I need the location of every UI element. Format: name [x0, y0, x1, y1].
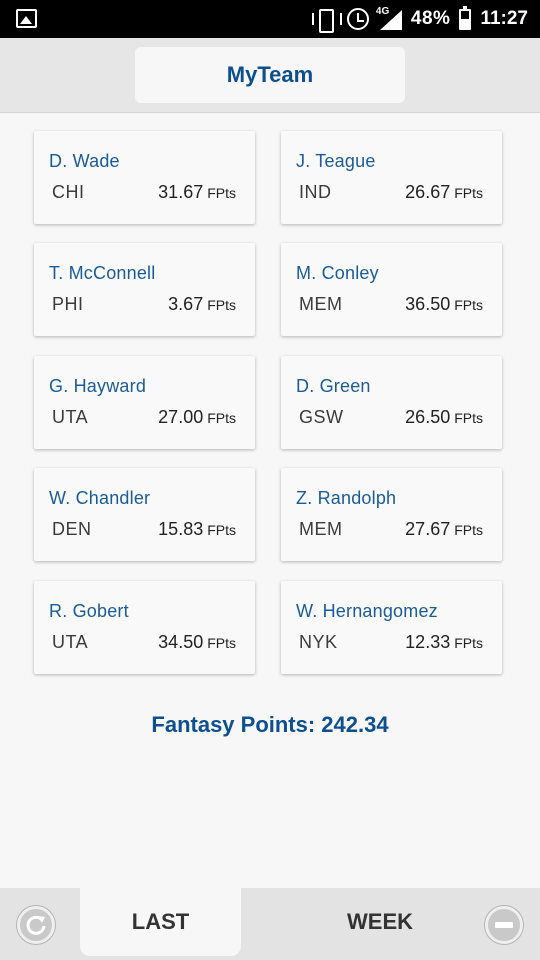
- player-name: G. Hayward: [49, 376, 147, 396]
- player-card[interactable]: W. Hernangomez NYK 12.33 FPts: [281, 581, 502, 674]
- player-name: R. Gobert: [49, 601, 129, 621]
- player-points: 12.33 FPts: [405, 632, 483, 652]
- tab-week[interactable]: WEEK: [300, 888, 460, 956]
- player-card[interactable]: D. Wade CHI 31.67 FPts: [34, 131, 255, 224]
- player-team: MEM: [299, 519, 343, 539]
- battery-percent: 48%: [410, 8, 451, 29]
- player-points: 27.00 FPts: [158, 407, 236, 427]
- player-points: 27.67 FPts: [405, 519, 483, 539]
- player-points: 31.67 FPts: [158, 182, 236, 202]
- player-points: 34.50 FPts: [158, 632, 236, 652]
- player-card[interactable]: Z. Randolph MEM 27.67 FPts: [281, 468, 502, 561]
- player-name: W. Hernangomez: [296, 601, 438, 621]
- player-name: M. Conley: [296, 263, 379, 283]
- signal-icon: 4G: [376, 6, 402, 30]
- player-points: 15.83 FPts: [158, 519, 236, 539]
- player-name: D. Green: [296, 376, 371, 396]
- fantasy-points-total: Fantasy Points: 242.34: [151, 712, 389, 737]
- player-team: UTA: [52, 407, 89, 427]
- player-name: W. Chandler: [49, 488, 151, 508]
- player-points: 26.50 FPts: [405, 407, 483, 427]
- player-team: CHI: [52, 182, 85, 202]
- player-points: 3.67 FPts: [168, 294, 236, 314]
- vibrate-icon: [311, 9, 342, 33]
- image-notification-icon: [16, 9, 37, 28]
- player-team: GSW: [299, 407, 344, 427]
- player-team: DEN: [52, 519, 92, 539]
- remove-button[interactable]: [485, 906, 523, 944]
- clock: 11:27: [480, 8, 528, 29]
- player-card[interactable]: G. Hayward UTA 27.00 FPts: [34, 356, 255, 449]
- player-name: T. McConnell: [49, 263, 156, 283]
- player-team: IND: [299, 182, 332, 202]
- status-icons: 4G 48% 11:27: [311, 0, 528, 38]
- app-header: MyTeam: [0, 38, 540, 113]
- player-card[interactable]: D. Green GSW 26.50 FPts: [281, 356, 502, 449]
- tab-last[interactable]: LAST: [80, 888, 241, 956]
- player-points: 26.67 FPts: [405, 182, 483, 202]
- player-card[interactable]: T. McConnell PHI 3.67 FPts: [34, 243, 255, 336]
- player-card[interactable]: M. Conley MEM 36.50 FPts: [281, 243, 502, 336]
- refresh-icon: [26, 915, 46, 935]
- player-name: Z. Randolph: [296, 488, 397, 508]
- player-team: NYK: [299, 632, 338, 652]
- player-card[interactable]: R. Gobert UTA 34.50 FPts: [34, 581, 255, 674]
- bottom-bar: LAST WEEK: [0, 888, 540, 960]
- player-card[interactable]: W. Chandler DEN 15.83 FPts: [34, 468, 255, 561]
- page-title[interactable]: MyTeam: [135, 47, 405, 103]
- player-team: UTA: [52, 632, 89, 652]
- player-name: D. Wade: [49, 151, 120, 171]
- player-card[interactable]: J. Teague IND 26.67 FPts: [281, 131, 502, 224]
- player-name: J. Teague: [296, 151, 376, 171]
- minus-icon: [495, 922, 513, 928]
- player-team: MEM: [299, 294, 343, 314]
- player-points: 36.50 FPts: [405, 294, 483, 314]
- battery-icon: [459, 5, 472, 30]
- alarm-icon: [346, 8, 369, 30]
- status-bar: 4G 48% 11:27: [0, 0, 540, 38]
- player-team: PHI: [52, 294, 84, 314]
- refresh-button[interactable]: [17, 906, 55, 944]
